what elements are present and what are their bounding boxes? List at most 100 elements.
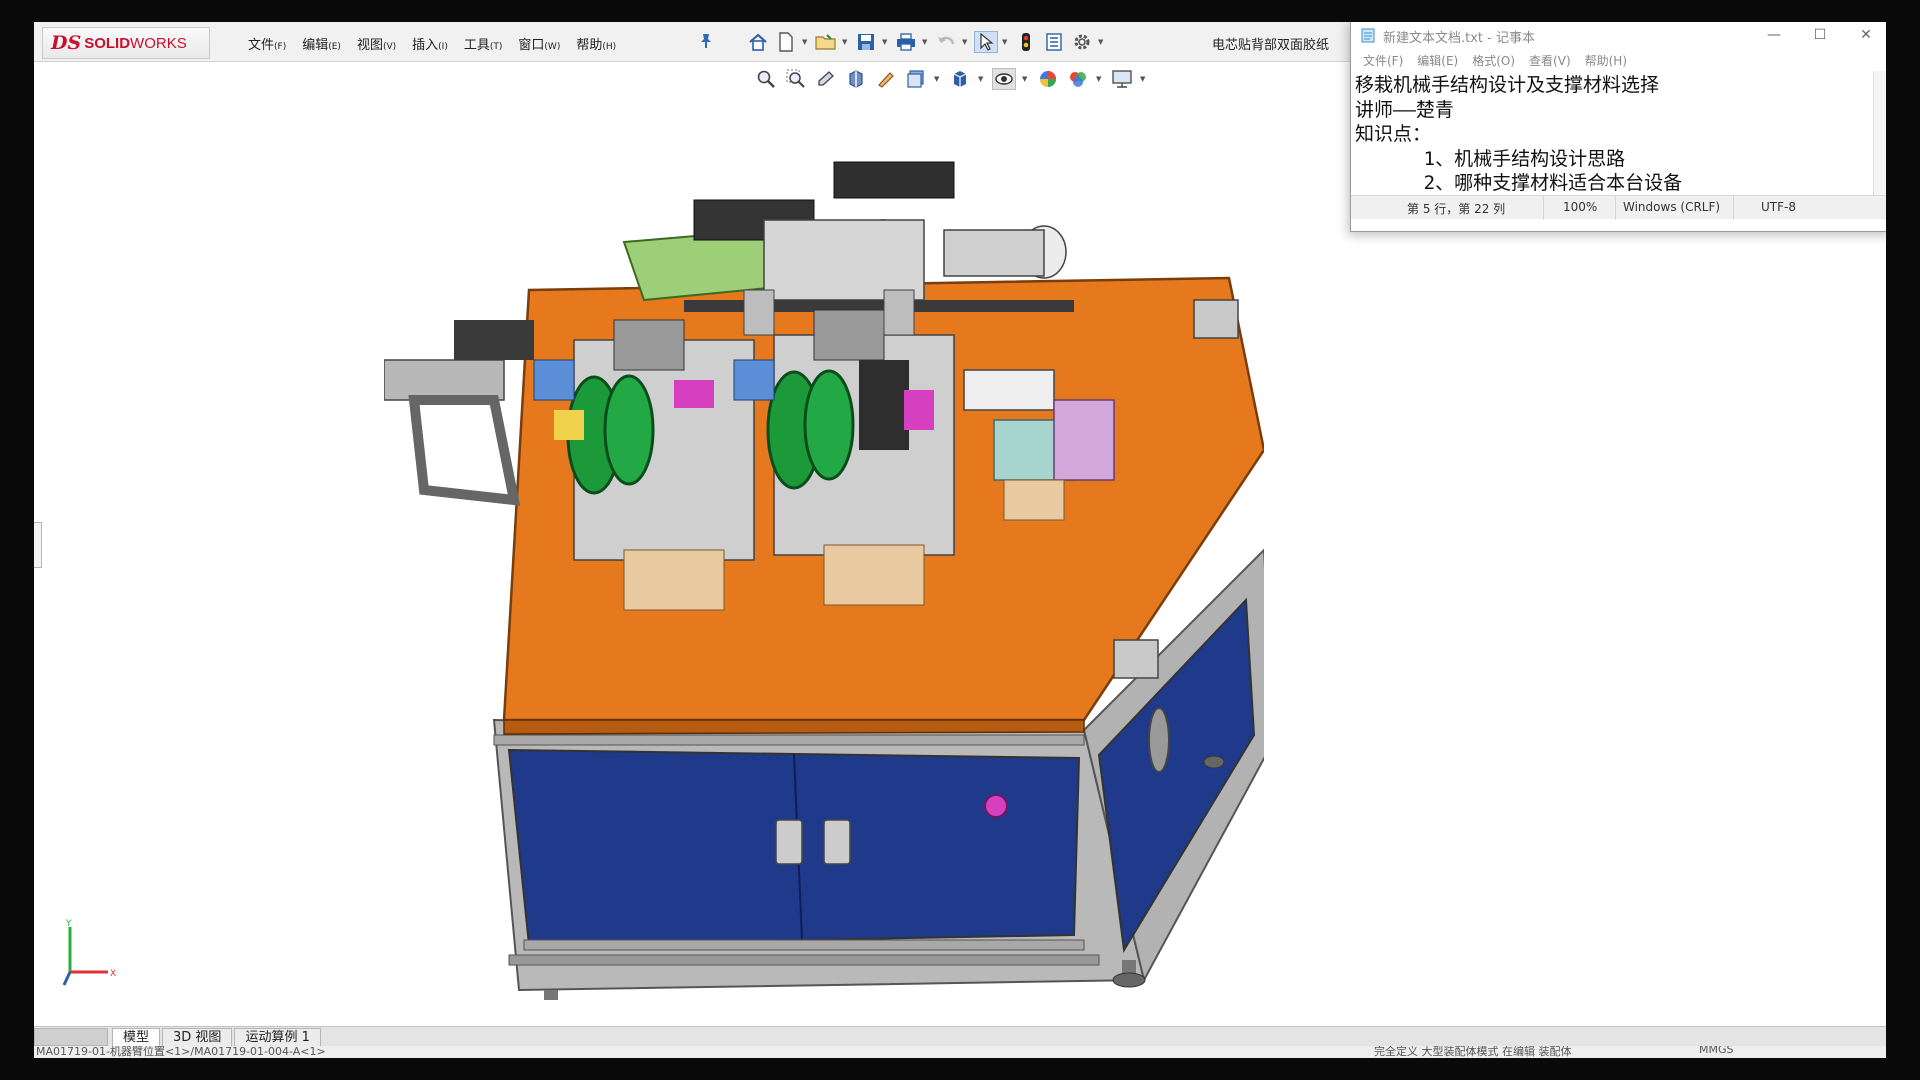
- notepad-text-area[interactable]: 移栽机械手结构设计及支撑材料选择 讲师——楚青 知识点： 1、机械手结构设计思路 2…: [1353, 73, 1871, 195]
- menu-tools[interactable]: 工具(T): [456, 34, 511, 53]
- section-view-icon[interactable]: [844, 68, 868, 90]
- text-line: 1、机械手结构设计思路: [1355, 147, 1626, 170]
- hide-show-items-icon[interactable]: [992, 68, 1016, 90]
- dynamic-annotation-icon[interactable]: [874, 68, 898, 90]
- chevron-down-icon[interactable]: ▼: [962, 31, 970, 53]
- text-line: 2、哪种支撑材料适合本台设备: [1355, 172, 1683, 194]
- chevron-down-icon[interactable]: ▼: [978, 68, 986, 90]
- chevron-down-icon[interactable]: ▼: [934, 68, 942, 90]
- menu-window[interactable]: 窗口(W): [510, 34, 568, 53]
- zoom-level: 100%: [1563, 200, 1598, 214]
- corner-bracket: [1193, 299, 1239, 339]
- status-bar: MA01719-01-机器臂位置<1>/MA01719-01-004-A<1> …: [34, 1046, 1886, 1058]
- encoding: UTF-8: [1761, 200, 1796, 214]
- zoom-to-area-icon[interactable]: [784, 68, 808, 90]
- previous-view-icon[interactable]: [814, 68, 838, 90]
- solidworks-logo[interactable]: DS SOLID WORKS: [42, 27, 210, 59]
- new-document-icon[interactable]: [774, 31, 798, 53]
- menu-help[interactable]: 帮助(H): [568, 34, 624, 53]
- logo-works: WORKS: [130, 34, 187, 52]
- status-selection: MA01719-01-机器臂位置<1>/MA01719-01-004-A<1>: [36, 1046, 326, 1058]
- menu-help-label: 帮助: [576, 38, 603, 53]
- svg-text:Y: Y: [65, 919, 72, 929]
- corner-bracket: [1113, 639, 1159, 679]
- text-line: 移栽机械手结构设计及支撑材料选择: [1355, 74, 1660, 96]
- main-menu: 文件(F) 编辑(E) 视图(V) 插入(I) 工具(T) 窗口(W) 帮助(H…: [240, 34, 624, 53]
- view-orientation-icon[interactable]: [904, 68, 928, 90]
- notepad-menu-view[interactable]: 查看(V): [1525, 52, 1575, 69]
- zoom-to-fit-icon[interactable]: [754, 68, 778, 90]
- coordinate-triad: Y X: [62, 919, 116, 986]
- menu-insert-accel: (I): [438, 42, 448, 52]
- file-properties-icon[interactable]: [1042, 31, 1066, 53]
- chevron-down-icon[interactable]: ▼: [802, 31, 810, 53]
- notepad-icon: [1361, 28, 1375, 43]
- notepad-menu-format[interactable]: 格式(O): [1468, 52, 1519, 69]
- side-loading-rack: [384, 320, 534, 506]
- tab-model[interactable]: 模型: [112, 1028, 161, 1046]
- menu-tools-accel: (T): [489, 42, 503, 52]
- status-definition: 完全定义 大型装配体模式 在编辑 装配体: [1374, 1046, 1572, 1058]
- chevron-down-icon[interactable]: ▼: [882, 31, 890, 53]
- tab-motion-study[interactable]: 运动算例 1: [234, 1028, 321, 1046]
- notepad-menu-file[interactable]: 文件(F): [1359, 52, 1407, 69]
- undo-icon[interactable]: [934, 31, 958, 53]
- door-handle-right: [823, 819, 851, 865]
- text-line: 讲师——楚青: [1355, 98, 1454, 121]
- notepad-menu-bar: 文件(F) 编辑(E) 格式(O) 查看(V) 帮助(H): [1351, 49, 1886, 71]
- menu-window-accel: (W): [544, 42, 561, 52]
- menu-view-accel: (V): [382, 42, 397, 52]
- chevron-down-icon[interactable]: ▼: [1096, 68, 1104, 90]
- menu-window-label: 窗口: [518, 38, 545, 53]
- open-folder-icon[interactable]: [814, 31, 838, 53]
- tab-3d-view[interactable]: 3D 视图: [162, 1028, 233, 1046]
- options-gear-icon[interactable]: [1070, 31, 1094, 53]
- chevron-down-icon[interactable]: ▼: [1098, 31, 1106, 53]
- chevron-down-icon[interactable]: ▼: [922, 31, 930, 53]
- print-icon[interactable]: [894, 31, 918, 53]
- apply-scene-icon[interactable]: [1066, 68, 1090, 90]
- notepad-window: 新建文本文档.txt - 记事本 — ☐ ✕ 文件(F) 编辑(E) 格式(O)…: [1350, 22, 1886, 232]
- standard-toolbar: ▼ ▼ ▼ ▼ ▼ ▼ ▼: [746, 31, 1106, 53]
- notepad-menu-help[interactable]: 帮助(H): [1581, 52, 1631, 69]
- cooling-fan: [1148, 707, 1170, 773]
- notepad-status-bar: 第 5 行，第 22 列 100% Windows (CRLF) UTF-8: [1351, 195, 1886, 220]
- notepad-title: 新建文本文档.txt - 记事本: [1383, 31, 1535, 46]
- assembly-3d-model[interactable]: [384, 160, 1264, 1000]
- rebuild-traffic-light-icon[interactable]: [1014, 31, 1038, 53]
- home-icon[interactable]: [746, 31, 770, 53]
- menu-view[interactable]: 视图(V): [349, 34, 404, 53]
- menu-edit[interactable]: 编辑(E): [294, 34, 349, 53]
- notepad-menu-edit[interactable]: 编辑(E): [1413, 52, 1462, 69]
- display-style-icon[interactable]: [948, 68, 972, 90]
- maximize-icon[interactable]: ☐: [1797, 22, 1843, 49]
- vertical-scrollbar[interactable]: [1873, 71, 1886, 195]
- minimize-icon[interactable]: —: [1751, 22, 1797, 49]
- menu-file[interactable]: 文件(F): [240, 34, 294, 53]
- save-icon[interactable]: [854, 31, 878, 53]
- svg-text:X: X: [110, 969, 116, 979]
- menu-insert[interactable]: 插入(I): [404, 34, 456, 53]
- desktop-screen: DS SOLID WORKS 文件(F) 编辑(E) 视图(V) 插入(I) 工具…: [34, 22, 1886, 1058]
- menu-tools-label: 工具: [463, 38, 490, 53]
- select-arrow-icon[interactable]: [974, 31, 998, 53]
- logo-solid: SOLID: [84, 34, 131, 52]
- emergency-stop-button: [984, 794, 1008, 818]
- edit-appearance-icon[interactable]: [1036, 68, 1060, 90]
- pin-icon[interactable]: [699, 33, 713, 49]
- notepad-titlebar[interactable]: 新建文本文档.txt - 记事本 — ☐ ✕: [1351, 22, 1886, 49]
- menu-file-label: 文件: [248, 38, 275, 53]
- status-units[interactable]: MMGS: [1699, 1046, 1734, 1056]
- view-settings-icon[interactable]: [1110, 68, 1134, 90]
- chevron-down-icon[interactable]: ▼: [842, 31, 850, 53]
- menu-help-accel: (H): [602, 42, 617, 52]
- feature-manager-collapse-handle[interactable]: [34, 522, 42, 568]
- door-handle-left: [775, 819, 803, 865]
- tab-scroll-control[interactable]: [34, 1028, 108, 1046]
- menu-insert-label: 插入: [412, 38, 439, 53]
- close-icon[interactable]: ✕: [1843, 22, 1886, 49]
- chevron-down-icon[interactable]: ▼: [1022, 68, 1030, 90]
- chevron-down-icon[interactable]: ▼: [1002, 31, 1010, 53]
- menu-file-accel: (F): [274, 42, 287, 52]
- chevron-down-icon[interactable]: ▼: [1140, 68, 1148, 90]
